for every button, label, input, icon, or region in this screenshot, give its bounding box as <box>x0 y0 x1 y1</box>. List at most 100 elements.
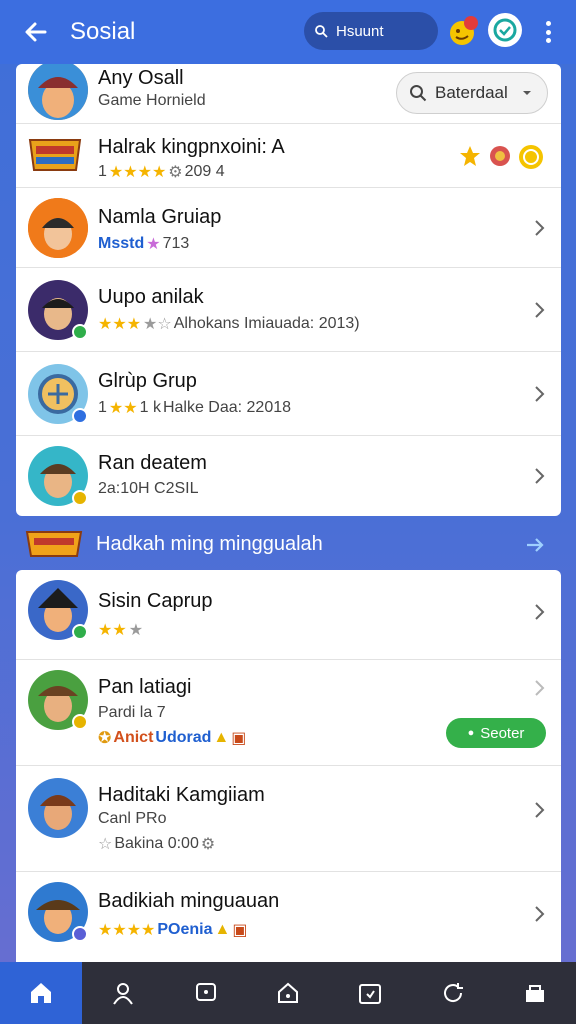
house-icon <box>277 982 298 1003</box>
badge-icons <box>458 144 544 170</box>
item-meta: ☆ Bakina 0:00 ⚙ <box>98 834 215 854</box>
list-item[interactable]: Halrak kingpnxoini: A 1 ★★★★ ⚙ 209 4 <box>16 124 561 188</box>
item-title: Namla Gruiap <box>98 206 222 228</box>
avatar <box>28 64 88 120</box>
item-subtitle: Game Hornield <box>98 92 206 109</box>
chat-icon <box>195 983 216 1001</box>
store-icon <box>525 985 544 1002</box>
item-meta: ★★ ★ <box>98 620 143 640</box>
dot-icon <box>545 21 551 26</box>
play-icon: ● <box>467 727 475 739</box>
nav-profile[interactable] <box>82 962 164 1024</box>
item-tag: Msstd <box>98 235 145 252</box>
item-title: Glrùp Grup <box>98 370 197 392</box>
item-meta: 1 ★★★★ ⚙ 209 4 <box>98 162 225 182</box>
list-item[interactable]: Haditaki Kamgiiam Canl PRo ☆ Bakina 0:00… <box>16 766 561 872</box>
item-title: Ran deatem <box>98 452 207 474</box>
item-meta: Msstd ★ 713 <box>98 234 189 254</box>
item-stat: 2a:10H C2SIL <box>98 480 199 497</box>
chevron-right-icon <box>535 680 545 696</box>
chest-icon: ▣ <box>232 922 248 939</box>
avatar <box>28 778 88 838</box>
online-badge <box>72 408 88 424</box>
rating-value: 1 k <box>139 399 161 416</box>
item-meta: ★★★ ★☆ Alhokans Imiauada: 2013) <box>98 314 360 334</box>
list-item[interactable]: Badikiah minguauan ★★★★ POenia ▲ ▣ <box>16 872 561 962</box>
group-logo <box>26 134 84 176</box>
item-stat: Bakina 0:00 <box>114 835 199 852</box>
profile-icon <box>113 983 134 1005</box>
list-item[interactable]: Ran deatem 2a:10H C2SIL <box>16 436 561 516</box>
join-button[interactable]: ● Seoter <box>446 718 546 748</box>
list-item[interactable]: Pan latiagi Pardi la 7 ✪ Anict Udorad ▲ … <box>16 660 561 766</box>
star-icon: ★ <box>146 236 161 253</box>
star-empty-icon: ★☆ <box>143 316 172 333</box>
calendar-icon <box>359 984 382 1004</box>
item-tags: ✪ Anict Udorad ▲ ▣ <box>98 728 246 748</box>
chevron-right-icon <box>535 802 545 818</box>
chevron-right-icon <box>535 906 545 922</box>
star-icon: ★★ <box>108 400 138 417</box>
gear-icon: ⚙ <box>200 836 216 853</box>
chevron-right-icon <box>535 220 545 236</box>
list-item[interactable]: Any Osall Game Hornield Baterdaal <box>16 64 561 124</box>
nav-store[interactable] <box>494 962 576 1024</box>
item-title: Uupo anilak <box>98 286 204 308</box>
groups-card: Any Osall Game Hornield Baterdaal Halrak… <box>16 64 561 516</box>
search-button[interactable]: Hsuunt <box>304 12 438 50</box>
nav-refresh[interactable] <box>411 962 493 1024</box>
chat-status-button[interactable] <box>488 13 522 47</box>
star-icon: ★★★★ <box>108 164 167 181</box>
item-tag: POenia <box>157 921 213 938</box>
members-icon: ⚙ <box>168 164 183 181</box>
sort-label: Baterdaal <box>435 83 508 102</box>
chevron-right-icon <box>535 468 545 484</box>
list-item[interactable]: Sisin Caprup ★★ ★ <box>16 570 561 660</box>
arrow-right-icon <box>527 538 544 552</box>
avatar <box>28 198 88 258</box>
item-title: Halrak kingpnxoini: A <box>98 136 285 158</box>
bottom-nav <box>0 962 576 1024</box>
nav-calendar[interactable] <box>329 962 411 1024</box>
item-stat: 713 <box>162 235 190 252</box>
online-badge <box>72 714 88 730</box>
list-item[interactable]: Namla Gruiap Msstd ★ 713 <box>16 188 561 268</box>
online-badge <box>72 490 88 506</box>
medal-icon <box>490 146 510 166</box>
section-header[interactable]: Hadkah ming minggualah <box>24 526 552 562</box>
search-icon <box>410 85 427 102</box>
star-empty-icon: ☆ <box>98 836 113 853</box>
back-button[interactable] <box>20 16 52 48</box>
item-meta: 2a:10H C2SIL <box>98 480 199 498</box>
star-icon: ★★★★ <box>98 922 156 939</box>
warning-icon: ▲ <box>213 729 230 746</box>
star-icon: ★★★ <box>98 316 142 333</box>
list-item[interactable]: Uupo anilak ★★★ ★☆ Alhokans Imiauada: 201… <box>16 268 561 352</box>
nav-home[interactable] <box>0 962 83 1024</box>
sort-dropdown[interactable]: Baterdaal <box>396 72 548 114</box>
item-tag: Udorad <box>155 729 212 746</box>
search-label: Hsuunt <box>336 22 384 40</box>
item-subtitle: Canl PRo <box>98 810 167 827</box>
chevron-right-icon <box>535 604 545 620</box>
notification-button[interactable] <box>446 14 480 48</box>
list-item[interactable]: Glrùp Grup 1 ★★ 1 k Halke Daa: 22018 <box>16 352 561 436</box>
search-icon <box>315 25 328 38</box>
dot-icon <box>545 29 551 35</box>
item-stat: 209 4 <box>184 163 225 180</box>
online-badge <box>72 624 88 640</box>
chevron-right-icon <box>535 302 545 318</box>
group-logo-icon <box>25 531 83 557</box>
item-meta: ★★★★ POenia ▲ ▣ <box>98 920 247 940</box>
join-button-label: Seoter <box>480 724 525 742</box>
item-stat: Halke Daa: 22018 <box>162 399 292 416</box>
arrow-left-icon <box>25 22 47 42</box>
section-title: Hadkah ming minggualah <box>96 532 323 555</box>
nav-house[interactable] <box>247 962 329 1024</box>
overflow-menu-button[interactable] <box>538 18 558 46</box>
dot-icon <box>545 38 551 43</box>
coin-icon: ✪ <box>98 730 112 747</box>
chevron-right-icon <box>535 386 545 402</box>
item-title: Haditaki Kamgiiam <box>98 784 265 806</box>
nav-chat[interactable] <box>165 962 247 1024</box>
